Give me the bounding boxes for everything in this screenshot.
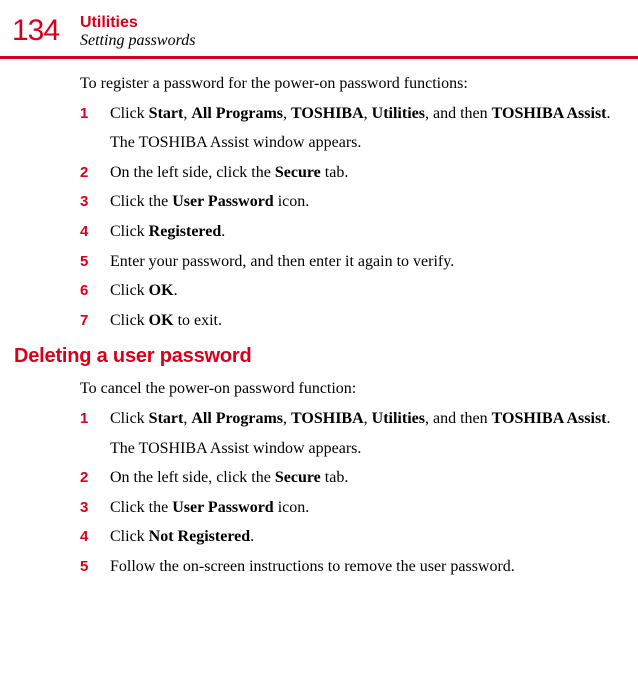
step-number: 4 (80, 526, 110, 547)
step-text: Click Start, All Programs, TOSHIBA, Util… (110, 408, 611, 430)
step-item: 3 Click the User Password icon. (80, 191, 618, 213)
section-title: Setting passwords (80, 32, 195, 50)
step-item: 1 Click Start, All Programs, TOSHIBA, Ut… (80, 408, 618, 459)
step-text: Click Registered. (110, 221, 225, 243)
step-body: On the left side, click the Secure tab. (110, 467, 348, 489)
step-body: Follow the on-screen instructions to rem… (110, 556, 515, 578)
content-block-1: To cancel the power-on password function… (0, 378, 638, 577)
step-after: The TOSHIBA Assist window appears. (110, 132, 611, 154)
step-number: 2 (80, 467, 110, 488)
page-header: 134 Utilities Setting passwords (0, 14, 638, 50)
step-number: 6 (80, 280, 110, 301)
step-number: 3 (80, 497, 110, 518)
step-number: 7 (80, 310, 110, 331)
step-item: 5 Enter your password, and then enter it… (80, 251, 618, 273)
step-item: 5 Follow the on-screen instructions to r… (80, 556, 618, 578)
step-text: On the left side, click the Secure tab. (110, 467, 348, 489)
step-number: 5 (80, 251, 110, 272)
step-body: Enter your password, and then enter it a… (110, 251, 454, 273)
step-body: Click OK to exit. (110, 310, 222, 332)
step-text: Click OK to exit. (110, 310, 222, 332)
step-text: Click the User Password icon. (110, 191, 309, 213)
steps-list-1: 1 Click Start, All Programs, TOSHIBA, Ut… (80, 408, 618, 578)
step-number: 1 (80, 408, 110, 429)
step-body: Click the User Password icon. (110, 191, 309, 213)
step-body: Click Not Registered. (110, 526, 254, 548)
step-body: Click Start, All Programs, TOSHIBA, Util… (110, 408, 611, 459)
sub-heading: Deleting a user password (0, 345, 638, 368)
step-text: Follow the on-screen instructions to rem… (110, 556, 515, 578)
steps-list-0: 1 Click Start, All Programs, TOSHIBA, Ut… (80, 103, 618, 332)
intro-text: To register a password for the power-on … (80, 73, 618, 95)
page-number: 134 (12, 14, 80, 48)
step-body: Click OK. (110, 280, 178, 302)
step-item: 4 Click Registered. (80, 221, 618, 243)
title-block: Utilities Setting passwords (80, 14, 195, 50)
step-number: 2 (80, 162, 110, 183)
content-block-0: To register a password for the power-on … (0, 73, 638, 331)
intro-text: To cancel the power-on password function… (80, 378, 618, 400)
step-item: 2 On the left side, click the Secure tab… (80, 162, 618, 184)
step-number: 1 (80, 103, 110, 124)
step-text: Click Not Registered. (110, 526, 254, 548)
step-item: 1 Click Start, All Programs, TOSHIBA, Ut… (80, 103, 618, 154)
step-body: On the left side, click the Secure tab. (110, 162, 348, 184)
step-item: 3 Click the User Password icon. (80, 497, 618, 519)
step-text: Click OK. (110, 280, 178, 302)
step-text: Click the User Password icon. (110, 497, 309, 519)
step-body: Click Registered. (110, 221, 225, 243)
step-item: 7 Click OK to exit. (80, 310, 618, 332)
step-after: The TOSHIBA Assist window appears. (110, 438, 611, 460)
step-text: Click Start, All Programs, TOSHIBA, Util… (110, 103, 611, 125)
step-number: 4 (80, 221, 110, 242)
header-rule (0, 56, 638, 59)
step-text: On the left side, click the Secure tab. (110, 162, 348, 184)
step-text: Enter your password, and then enter it a… (110, 251, 454, 273)
step-number: 5 (80, 556, 110, 577)
step-item: 6 Click OK. (80, 280, 618, 302)
step-body: Click Start, All Programs, TOSHIBA, Util… (110, 103, 611, 154)
chapter-title: Utilities (80, 14, 195, 32)
step-number: 3 (80, 191, 110, 212)
step-body: Click the User Password icon. (110, 497, 309, 519)
step-item: 2 On the left side, click the Secure tab… (80, 467, 618, 489)
step-item: 4 Click Not Registered. (80, 526, 618, 548)
